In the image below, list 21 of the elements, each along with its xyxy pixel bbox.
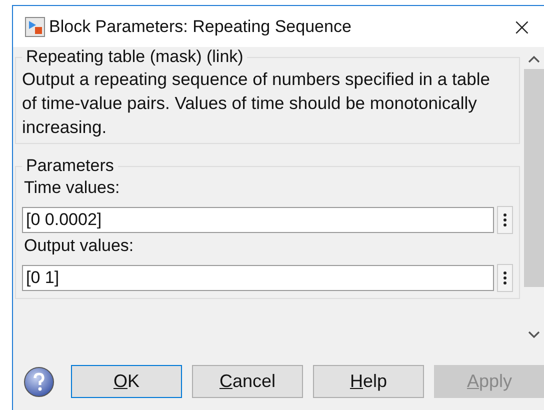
- input-field[interactable]: [0 0.0002]: [22, 207, 494, 233]
- dialog-button[interactable]: Cancel: [192, 365, 303, 398]
- input-field[interactable]: [0 1]: [22, 265, 494, 291]
- dialog-button[interactable]: OK: [71, 365, 182, 398]
- scroll-thumb[interactable]: [524, 69, 544, 287]
- description-text: Output a repeating sequence of numbers specified in a table of time-value pairs. Values of time should be monotonically increasing.: [22, 68, 491, 139]
- more-icon: [503, 213, 507, 227]
- panel-title: Parameters: [25, 156, 115, 176]
- block-icon: [25, 16, 45, 36]
- more-options-button[interactable]: [497, 264, 513, 292]
- dialog-button[interactable]: Help: [313, 365, 424, 398]
- scroll-down-icon[interactable]: [528, 331, 540, 339]
- panel-title: Repeating table (mask) (link): [25, 47, 244, 67]
- close-button[interactable]: ×: [512, 12, 544, 40]
- more-icon: [503, 271, 507, 285]
- window-title: Block Parameters: Repeating Sequence: [49, 16, 352, 36]
- field-label: Time values:: [24, 178, 121, 198]
- more-options-button[interactable]: [497, 206, 513, 234]
- help-icon[interactable]: [23, 366, 55, 398]
- field-label: Output values:: [24, 236, 135, 256]
- scroll-up-icon[interactable]: [528, 55, 540, 63]
